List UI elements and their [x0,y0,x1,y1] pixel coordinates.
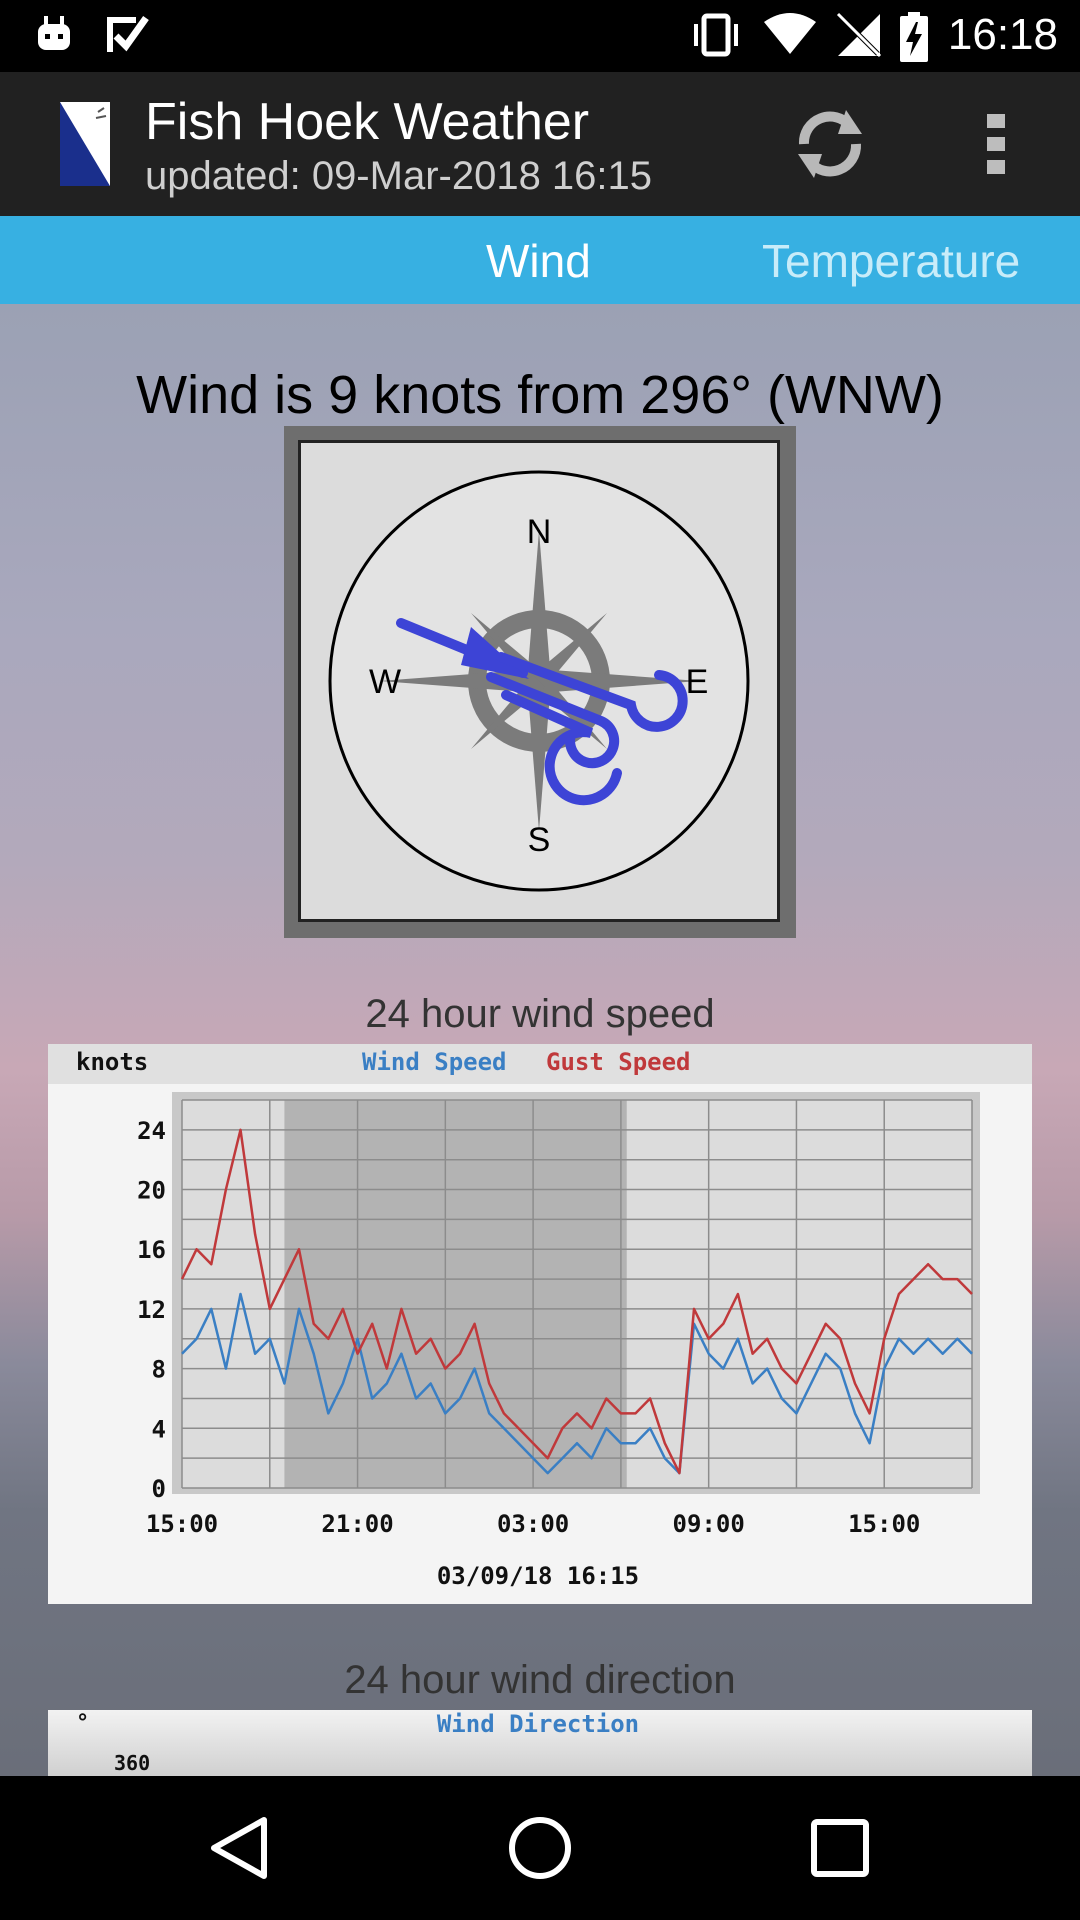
legend-gust-speed: Gust Speed [546,1048,691,1076]
y-tick-label: 8 [152,1356,166,1384]
direction-chart-title: Wind Direction [437,1710,639,1738]
tab-bar: Wind Temperature [0,216,1080,304]
refresh-icon[interactable] [790,104,870,184]
direction-partial-tick: 360 [114,1751,150,1775]
x-tick-label: 21:00 [321,1510,393,1538]
status-time: 16:18 [947,10,1058,59]
checklist-notification-icon [107,15,149,52]
wind-summary: Wind is 9 knots from 296° (WNW) [136,365,944,425]
wind-direction-caption: 24 hour wind direction [344,1658,736,1702]
back-icon[interactable] [198,1806,282,1890]
compass-north-label: N [527,513,552,551]
no-signal-icon [836,12,882,58]
android-notification-icon [38,16,70,50]
night-shading [284,1100,627,1488]
wind-direction-chart: ° Wind Direction 360 [48,1710,1032,1776]
wind-speed-chart-svg: knots Wind Speed Gust Speed 04812162024 … [76,1048,980,1590]
y-tick-label: 4 [152,1415,166,1443]
legend-wind-speed: Wind Speed [362,1048,507,1076]
x-tick-label: 15:00 [146,1510,218,1538]
direction-unit-label: ° [76,1711,89,1736]
vibrate-icon [694,13,738,57]
chart-unit-label: knots [76,1048,148,1076]
chart-footer-timestamp: 03/09/18 16:15 [437,1562,639,1590]
overflow-menu-icon[interactable] [985,112,1007,176]
compass-west-label: W [369,663,401,701]
wind-content[interactable]: Wind is 9 knots from 296° (WNW) N E S W … [0,304,1080,1776]
status-bar: 16:18 [0,0,1080,72]
y-tick-label: 16 [137,1236,166,1264]
club-logo [60,102,110,186]
compass-frame: N E S W [284,426,796,938]
y-tick-label: 24 [137,1117,166,1145]
compass-south-label: S [528,821,551,859]
recents-icon[interactable] [798,1806,882,1890]
tab-temperature[interactable]: Temperature [762,234,1020,288]
compass-east-label: E [686,663,709,701]
tab-wind[interactable]: Wind [486,234,591,288]
last-updated-label: updated: 09-Mar-2018 16:15 [145,154,653,198]
y-tick-label: 12 [137,1296,166,1324]
app-bar: Fish Hoek Weather updated: 09-Mar-2018 1… [0,72,1080,216]
compass-graphic: N E S W [328,470,750,892]
battery-charging-icon [900,12,928,62]
wind-speed-chart: knots Wind Speed Gust Speed 0 4 8 12 16 20 24 … [48,1044,1032,1604]
app-title: Fish Hoek Weather [145,93,590,151]
x-tick-label: 09:00 [673,1510,745,1538]
wifi-icon [764,13,816,54]
wind-speed-caption: 24 hour wind speed [365,992,715,1036]
x-tick-label: 15:00 [848,1510,920,1538]
home-icon[interactable] [498,1806,582,1890]
x-tick-label: 03:00 [497,1510,569,1538]
y-tick-label: 0 [152,1475,166,1503]
y-tick-label: 20 [137,1177,166,1205]
navigation-bar [0,1776,1080,1920]
compass-panel: N E S W [298,440,780,922]
